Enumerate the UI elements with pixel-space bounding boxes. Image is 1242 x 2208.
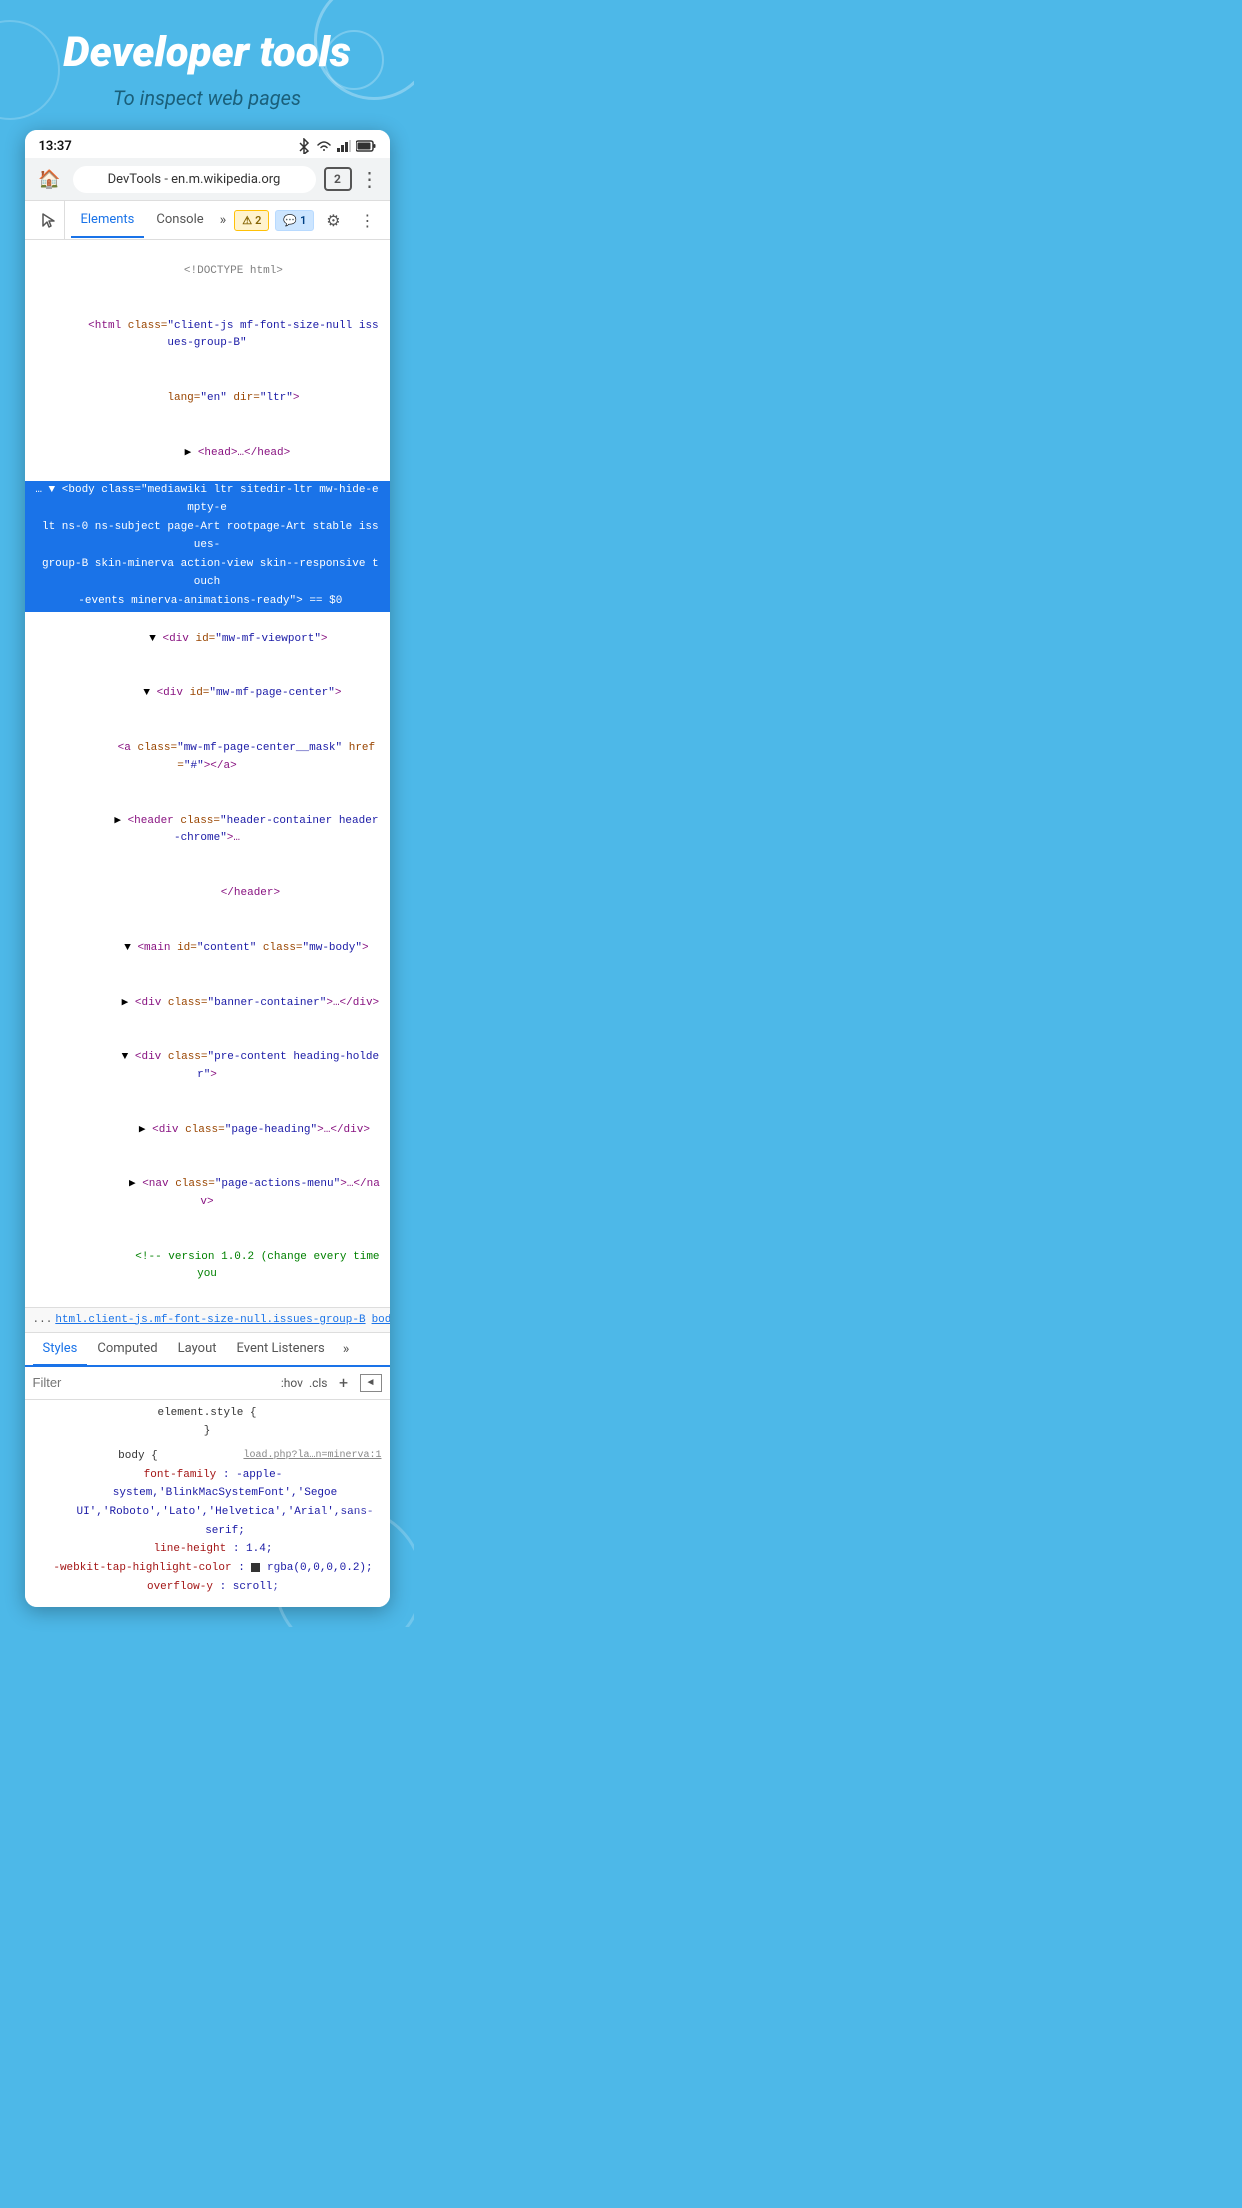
- dom-line-doctype[interactable]: <!DOCTYPE html>: [25, 244, 390, 299]
- dom-line-mask[interactable]: <a class="mw-mf-page-center__mask" href=…: [25, 722, 390, 794]
- wifi-icon: [316, 140, 332, 152]
- dom-line-body-selected[interactable]: … ▼ <body class="mediawiki ltr sitedir-l…: [25, 481, 390, 518]
- dom-line-body-class1[interactable]: lt ns-0 ns-subject page-Art rootpage-Art…: [25, 518, 390, 555]
- tab-elements[interactable]: Elements: [71, 203, 145, 238]
- filter-input[interactable]: [33, 1375, 275, 1390]
- tab-count[interactable]: 2: [324, 167, 352, 191]
- breadcrumb-body[interactable]: body.mediaw: [372, 1314, 390, 1326]
- font-family-rule[interactable]: font-family : -apple-: [33, 1466, 382, 1485]
- filter-actions: :hov .cls + ◄: [281, 1373, 382, 1393]
- filter-bar: :hov .cls + ◄: [25, 1367, 390, 1400]
- styles-panel-tabs: Styles Computed Layout Event Listeners »: [25, 1333, 390, 1367]
- color-swatch: [251, 1563, 260, 1572]
- dom-line-nav[interactable]: ▶ <nav class="page-actions-menu">…</nav>: [25, 1158, 390, 1230]
- tab-console[interactable]: Console: [146, 203, 213, 238]
- dom-line-viewport[interactable]: ▼ <div id="mw-mf-viewport">: [25, 612, 390, 667]
- bluetooth-icon: [297, 138, 311, 154]
- font-family-value-cont: system,'BlinkMacSystemFont','Segoe: [33, 1484, 382, 1503]
- dom-line-header-close[interactable]: </header>: [25, 866, 390, 921]
- warn-count: 2: [255, 214, 261, 227]
- element-style-block: element.style { }: [33, 1404, 382, 1441]
- settings-button[interactable]: ⚙: [318, 205, 348, 235]
- warning-badge[interactable]: ⚠ 2: [234, 210, 269, 231]
- hover-filter-button[interactable]: :hov: [281, 1376, 303, 1390]
- tab-computed[interactable]: Computed: [87, 1333, 167, 1366]
- status-icons: [297, 138, 376, 154]
- body-style-selector-row[interactable]: body { load.php?la…n=minerva:1: [33, 1447, 382, 1466]
- hero-subtitle: To inspect web pages: [20, 86, 394, 110]
- dom-line-page-center[interactable]: ▼ <div id="mw-mf-page-center">: [25, 667, 390, 722]
- devtools-tab-bar: Elements Console » ⚠ 2 💬 1 ⚙ ⋮: [25, 201, 390, 240]
- toggle-layout-button[interactable]: ◄: [360, 1374, 382, 1392]
- devtools-right-actions: ⚠ 2 💬 1 ⚙ ⋮: [232, 205, 382, 235]
- cursor-icon: [41, 212, 55, 228]
- tab-event-listeners[interactable]: Event Listeners: [227, 1333, 335, 1366]
- info-count: 1: [300, 214, 306, 227]
- dom-line-head[interactable]: ▶ <head>…</head>: [25, 426, 390, 481]
- dom-line-html-attrs[interactable]: lang="en" dir="ltr">: [25, 371, 390, 426]
- webkit-tap-rule[interactable]: -webkit-tap-highlight-color : rgba(0,0,0…: [33, 1559, 382, 1578]
- info-icon: 💬: [283, 214, 297, 227]
- more-options-button[interactable]: ⋮: [352, 205, 382, 235]
- dom-line-precontent[interactable]: ▼ <div class="pre-content heading-holder…: [25, 1031, 390, 1103]
- styles-tab-more[interactable]: »: [339, 1333, 354, 1365]
- battery-icon: [356, 140, 376, 152]
- dom-line-comment[interactable]: <!-- version 1.0.2 (change every time yo…: [25, 1230, 390, 1302]
- home-button[interactable]: 🏠: [35, 164, 65, 194]
- overflow-y-rule[interactable]: overflow-y : scroll;: [33, 1578, 382, 1597]
- element-picker-button[interactable]: [33, 201, 65, 239]
- breadcrumb-bar: ... html.client-js.mf-font-size-null.iss…: [25, 1307, 390, 1333]
- status-bar: 13:37: [25, 130, 390, 158]
- element-style-close: }: [33, 1422, 382, 1441]
- breadcrumb-html[interactable]: html.client-js.mf-font-size-null.issues-…: [55, 1314, 365, 1326]
- tab-styles[interactable]: Styles: [33, 1333, 88, 1366]
- dom-line-main[interactable]: ▼ <main id="content" class="mw-body">: [25, 921, 390, 976]
- url-bar[interactable]: DevTools - en.m.wikipedia.org: [73, 166, 316, 193]
- hero-title: Developer tools: [20, 30, 394, 76]
- browser-chrome: 🏠 DevTools - en.m.wikipedia.org 2 ⋮: [25, 158, 390, 201]
- dom-line-html[interactable]: <html class="client-js mf-font-size-null…: [25, 299, 390, 371]
- css-source-link[interactable]: load.php?la…n=minerva:1: [243, 1447, 381, 1464]
- signal-icon: [337, 140, 351, 152]
- element-style-selector[interactable]: element.style {: [33, 1404, 382, 1423]
- warn-icon: ⚠: [242, 214, 252, 227]
- tab-layout[interactable]: Layout: [168, 1333, 227, 1366]
- dom-line-banner[interactable]: ▶ <div class="banner-container">…</div>: [25, 976, 390, 1031]
- tab-more-button[interactable]: »: [216, 203, 231, 237]
- dom-line-body-class2[interactable]: group-B skin-minerva action-view skin--r…: [25, 555, 390, 592]
- line-height-rule[interactable]: line-height : 1.4;: [33, 1540, 382, 1559]
- hero-section: Developer tools To inspect web pages 13:…: [0, 0, 414, 1627]
- body-style-block: body { load.php?la…n=minerva:1 font-fami…: [33, 1447, 382, 1597]
- css-rules-panel: element.style { } body { load.php?la…n=m…: [25, 1400, 390, 1607]
- dom-line-page-heading[interactable]: ▶ <div class="page-heading">…</div>: [25, 1103, 390, 1158]
- phone-mockup: 13:37: [25, 130, 390, 1606]
- font-family-value-cont3: serif;: [33, 1522, 382, 1541]
- info-badge[interactable]: 💬 1: [275, 210, 314, 231]
- font-family-value-cont2: UI','Roboto','Lato','Helvetica','Arial',…: [33, 1503, 382, 1522]
- status-time: 13:37: [39, 139, 72, 154]
- dom-tree: <!DOCTYPE html> <html class="client-js m…: [25, 240, 390, 1306]
- breadcrumb-dots: ...: [33, 1314, 53, 1326]
- class-filter-button[interactable]: .cls: [309, 1376, 328, 1390]
- dom-line-body-class3[interactable]: -events minerva-animations-ready"> == $0: [25, 592, 390, 612]
- browser-menu-button[interactable]: ⋮: [360, 167, 380, 191]
- dom-line-header[interactable]: ▶ <header class="header-container header…: [25, 794, 390, 866]
- add-style-rule-button[interactable]: +: [334, 1373, 354, 1393]
